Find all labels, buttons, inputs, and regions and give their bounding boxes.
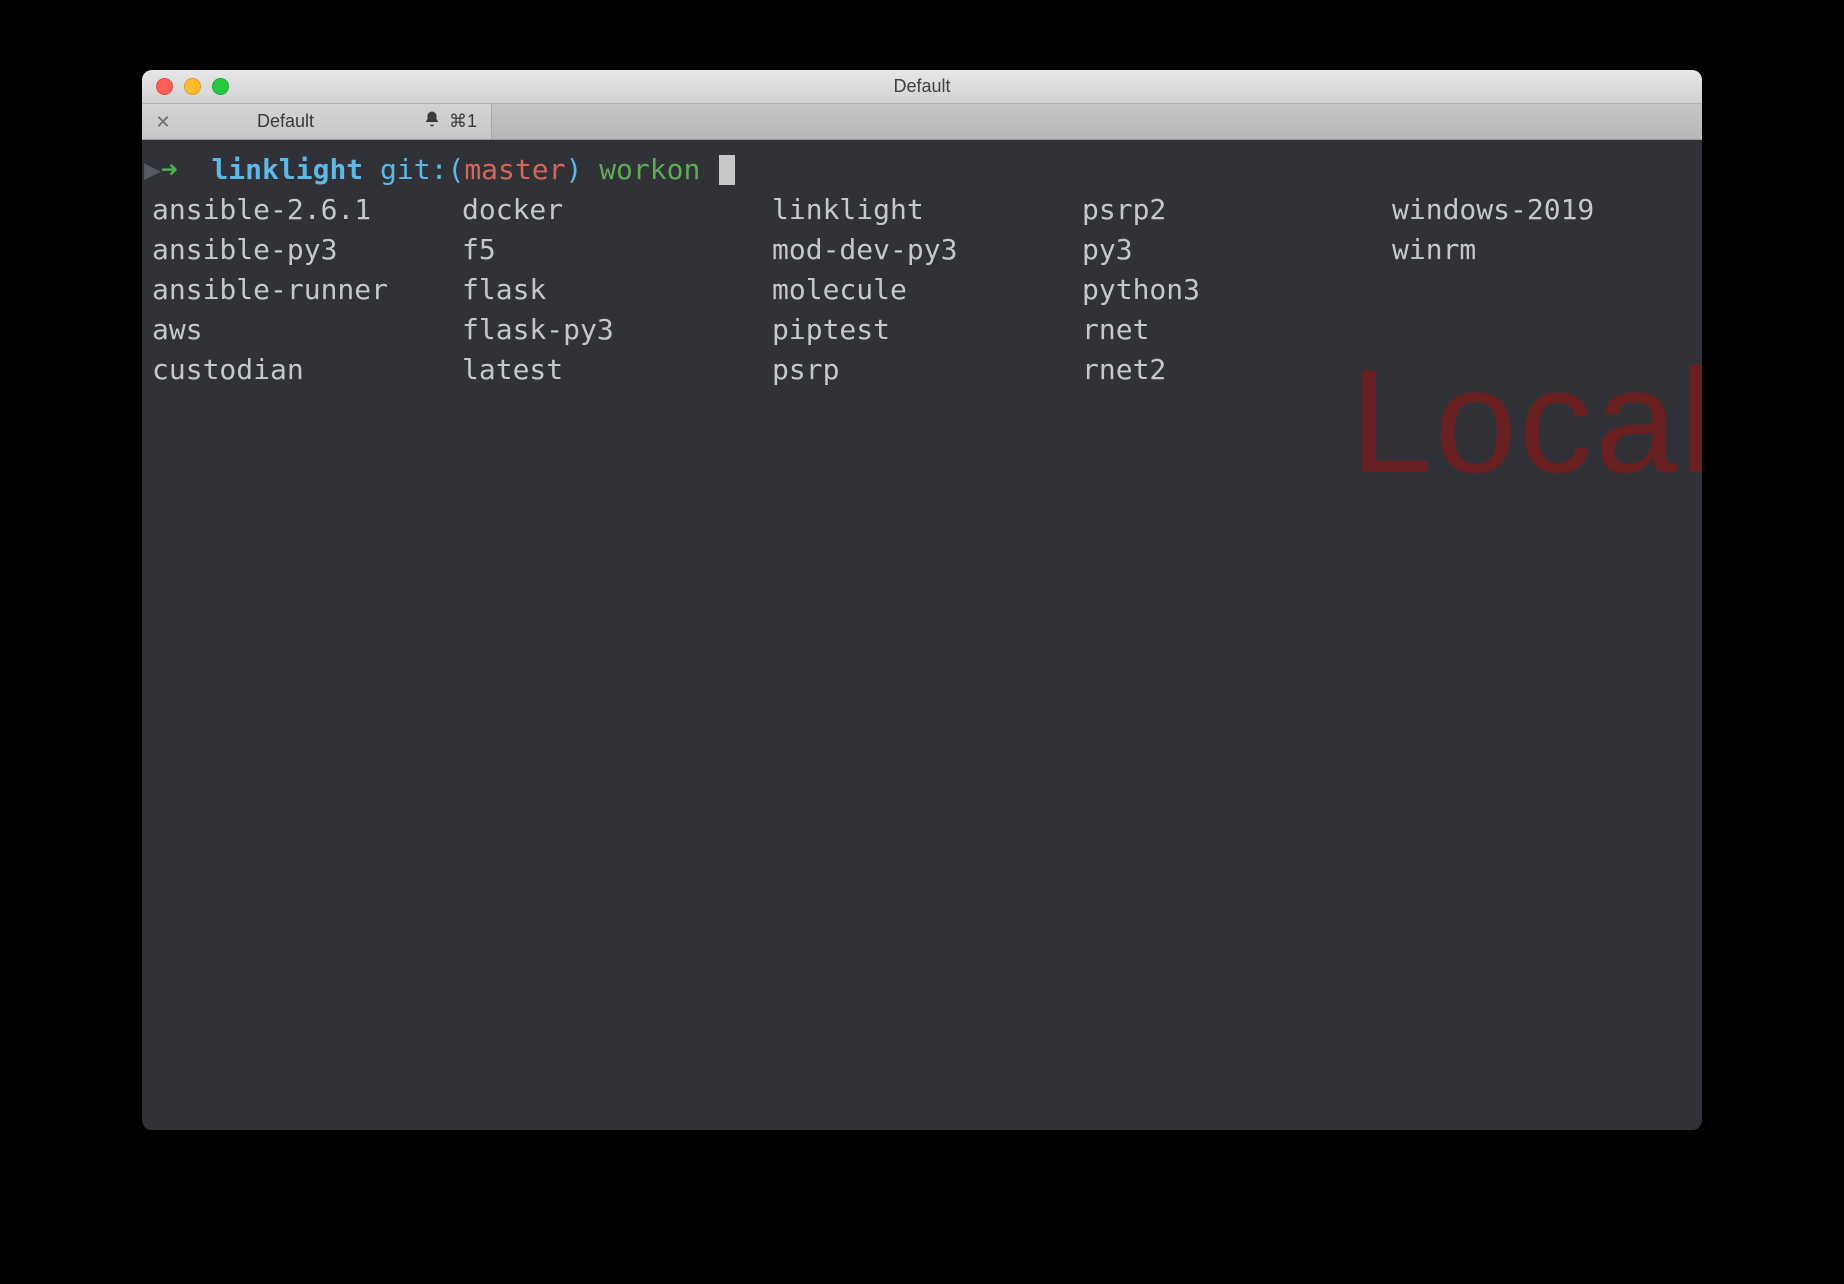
env-item: mod-dev-py3 — [772, 230, 1082, 270]
window-maximize-button[interactable] — [212, 78, 229, 95]
env-item: f5 — [462, 230, 772, 270]
window-minimize-button[interactable] — [184, 78, 201, 95]
prompt-line: ▶➜ linklight git:(master) workon — [142, 150, 1702, 190]
traffic-lights — [142, 78, 229, 95]
window-title: Default — [142, 76, 1702, 97]
env-item: molecule — [772, 270, 1082, 310]
env-item: ansible-runner — [152, 270, 462, 310]
terminal-viewport[interactable]: Local ▶➜ linklight git:(master) workon a… — [142, 140, 1702, 1130]
env-item: aws — [152, 310, 462, 350]
env-item: linklight — [772, 190, 1082, 230]
env-col-2: docker f5 flask flask-py3 latest — [462, 190, 772, 390]
window-close-button[interactable] — [156, 78, 173, 95]
terminal-window: Default ✕ Default ⌘1 Local ▶➜ linklight … — [142, 70, 1702, 1130]
tab-shortcut: ⌘1 — [449, 111, 477, 132]
env-col-5: windows-2019 winrm — [1392, 190, 1702, 390]
window-titlebar[interactable]: Default — [142, 70, 1702, 104]
prompt-git-label: git: — [380, 150, 447, 190]
env-item: ansible-2.6.1 — [152, 190, 462, 230]
env-item: rnet2 — [1082, 350, 1392, 390]
prompt-command: workon — [599, 150, 700, 190]
prompt-cwd: linklight — [211, 150, 363, 190]
env-item: windows-2019 — [1392, 190, 1702, 230]
env-item: docker — [462, 190, 772, 230]
tab-bar: ✕ Default ⌘1 — [142, 104, 1702, 140]
env-item: psrp2 — [1082, 190, 1392, 230]
tab-title: Default — [148, 111, 423, 132]
env-item: ansible-py3 — [152, 230, 462, 270]
tab-default[interactable]: ✕ Default ⌘1 — [142, 104, 492, 139]
env-item: rnet — [1082, 310, 1392, 350]
env-item: psrp — [772, 350, 1082, 390]
terminal-cursor — [719, 155, 735, 185]
env-item: winrm — [1392, 230, 1702, 270]
bell-icon — [423, 110, 441, 133]
env-col-4: psrp2 py3 python3 rnet rnet2 — [1082, 190, 1392, 390]
env-item: flask — [462, 270, 772, 310]
env-item: latest — [462, 350, 772, 390]
env-col-3: linklight mod-dev-py3 molecule piptest p… — [772, 190, 1082, 390]
prompt-git-branch: master — [464, 150, 565, 190]
prompt-arrow-icon: ➜ — [161, 150, 178, 190]
prompt-close-paren: ) — [565, 150, 582, 190]
prompt-bracket-icon: ▶ — [144, 150, 161, 190]
prompt-open-paren: ( — [447, 150, 464, 190]
virtualenv-list: ansible-2.6.1 ansible-py3 ansible-runner… — [142, 190, 1702, 390]
env-item: py3 — [1082, 230, 1392, 270]
env-item: flask-py3 — [462, 310, 772, 350]
env-item: piptest — [772, 310, 1082, 350]
env-col-1: ansible-2.6.1 ansible-py3 ansible-runner… — [152, 190, 462, 390]
env-item: python3 — [1082, 270, 1392, 310]
env-item: custodian — [152, 350, 462, 390]
